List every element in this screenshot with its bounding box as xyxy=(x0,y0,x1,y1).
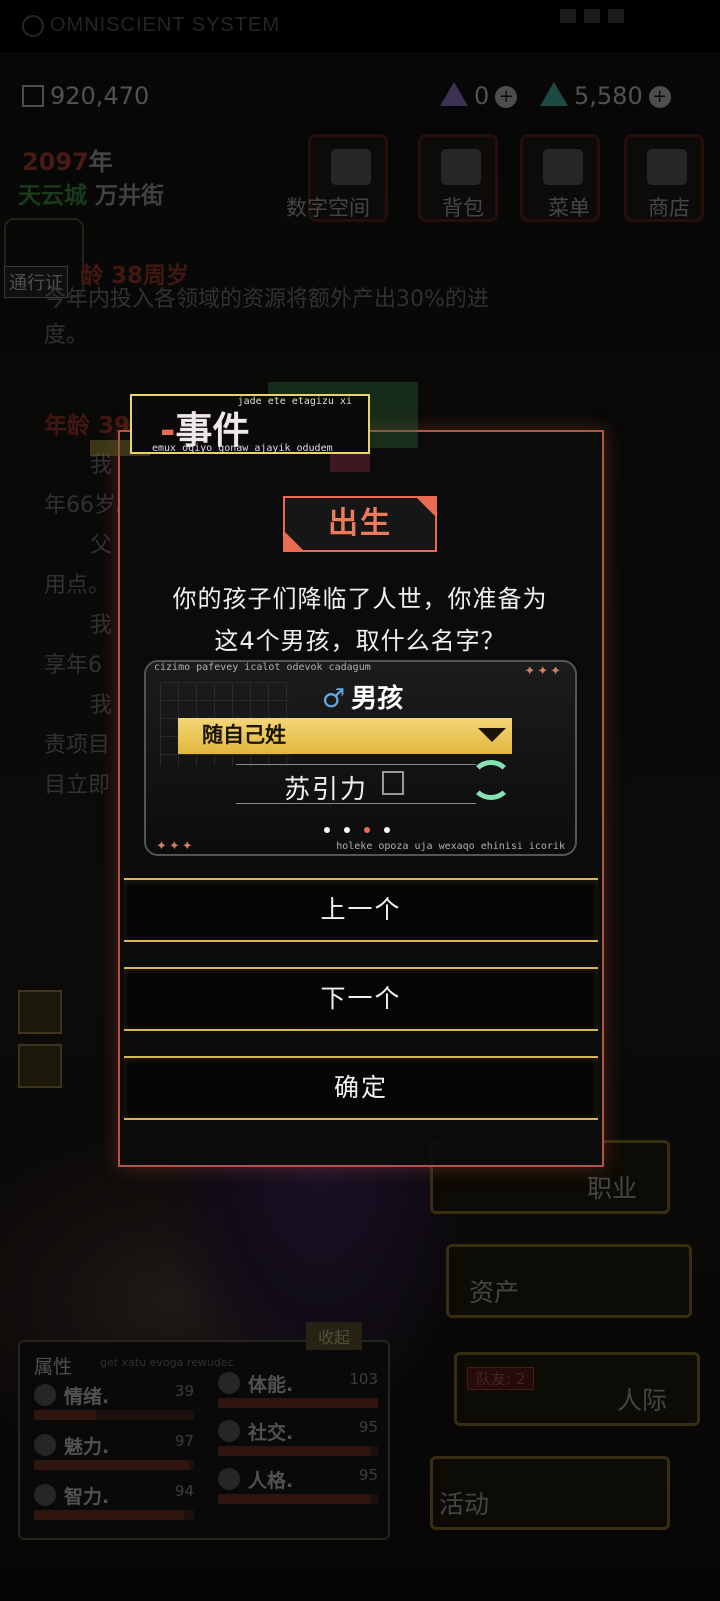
child-name-card: cizimo pafevey icalot odevok cadagum ✦✦✦… xyxy=(144,660,577,856)
card-bottom-text: holeke opoza uja wexaqo ehinisi icorik xyxy=(336,841,565,852)
confirm-button[interactable]: 确定 xyxy=(124,1056,598,1120)
gender-text: 男孩 xyxy=(351,684,404,714)
surname-selected-value: 随自己姓 xyxy=(202,723,286,747)
section-title-text: 出生 xyxy=(328,506,392,541)
prompt-line-2: 这4个男孩，取什么名字？ xyxy=(214,627,506,655)
edit-icon[interactable] xyxy=(382,771,404,795)
stars-decoration: ✦✦✦ xyxy=(156,839,195,854)
section-title: 出生 xyxy=(283,496,437,552)
child-name-field[interactable]: 苏引力 xyxy=(236,764,476,805)
gender-label: ♂ 男孩 xyxy=(146,678,579,715)
card-top-text: cizimo pafevey icalot odevok cadagum xyxy=(154,662,371,673)
refresh-name-icon[interactable] xyxy=(470,760,512,800)
corner-decoration xyxy=(417,498,435,516)
stars-decoration: ✦✦✦ xyxy=(524,664,563,679)
next-button[interactable]: 下一个 xyxy=(124,967,598,1031)
prompt-line-1: 你的孩子们降临了人世，你准备为 xyxy=(172,585,548,613)
corner-decoration xyxy=(285,532,303,550)
page-indicator xyxy=(324,818,404,833)
child-name-value: 苏引力 xyxy=(284,775,369,805)
page-dot xyxy=(344,827,350,833)
surname-dropdown[interactable]: 随自己姓 xyxy=(178,718,512,754)
dialog-prompt: 你的孩子们降临了人世，你准备为 这4个男孩，取什么名字？ xyxy=(130,578,590,662)
event-tag-bottom-text: emux oqiyo gonaw ajayik odudem xyxy=(152,443,333,454)
male-icon: ♂ xyxy=(321,684,346,714)
previous-button[interactable]: 上一个 xyxy=(124,878,598,942)
chevron-down-icon xyxy=(478,728,506,742)
event-tag: jade ete etagizu xi -事件 emux oqiyo gonaw… xyxy=(130,394,370,454)
page-dot xyxy=(364,827,370,833)
page-dot xyxy=(384,827,390,833)
event-tag-top-text: jade ete etagizu xi xyxy=(237,396,352,407)
page-dot xyxy=(324,827,330,833)
